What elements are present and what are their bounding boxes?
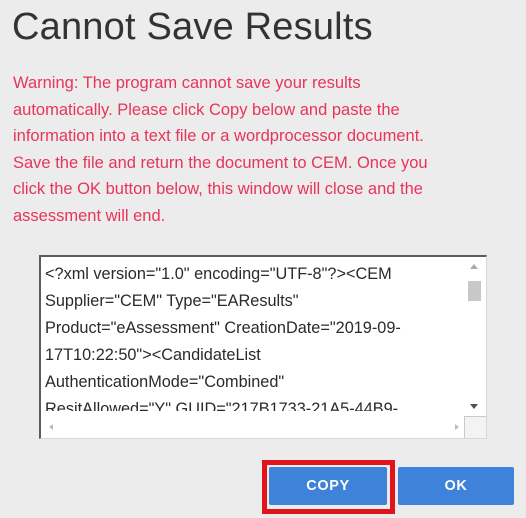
results-text[interactable]: <?xml version="1.0" encoding="UTF-8"?><C…: [45, 261, 455, 411]
triangle-down-icon[interactable]: [470, 404, 478, 409]
warning-line: automatically. Please click Copy below a…: [13, 100, 400, 119]
vertical-scrollbar[interactable]: [464, 257, 486, 415]
warning-message: Warning: The program cannot save your re…: [13, 70, 518, 229]
results-text-line: 17T10:22:50"><CandidateList: [45, 346, 261, 364]
cannot-save-dialog: Cannot Save Results Warning: The program…: [0, 0, 526, 518]
warning-line: Save the file and return the document to…: [13, 153, 428, 172]
warning-line: Warning: The program cannot save your re…: [13, 74, 361, 92]
warning-line: click the OK button below, this window w…: [13, 180, 423, 198]
results-text-line: Product="eAssessment" CreationDate="2019…: [45, 319, 401, 337]
copy-button[interactable]: COPY: [269, 467, 387, 505]
triangle-left-icon[interactable]: [49, 424, 53, 430]
dialog-title: Cannot Save Results: [12, 6, 373, 48]
horizontal-scrollbar[interactable]: [41, 416, 465, 438]
resize-handle[interactable]: [464, 416, 486, 438]
results-textarea[interactable]: <?xml version="1.0" encoding="UTF-8"?><C…: [39, 255, 487, 439]
triangle-up-icon[interactable]: [470, 264, 478, 269]
warning-line: assessment will end.: [13, 206, 166, 225]
ok-button[interactable]: OK: [398, 467, 514, 505]
results-text-line: AuthenticationMode="Combined": [45, 373, 285, 391]
triangle-right-icon[interactable]: [455, 424, 459, 430]
scroll-thumb[interactable]: [468, 281, 481, 301]
results-text-line: <?xml version="1.0" encoding="UTF-8"?><C…: [45, 265, 392, 283]
results-text-line: ResitAllowed="Y" GUID="217B1733-21A5-44B…: [45, 400, 399, 411]
results-text-line: Supplier="CEM" Type="EAResults": [45, 292, 299, 310]
warning-line: information into a text file or a wordpr…: [13, 127, 424, 145]
